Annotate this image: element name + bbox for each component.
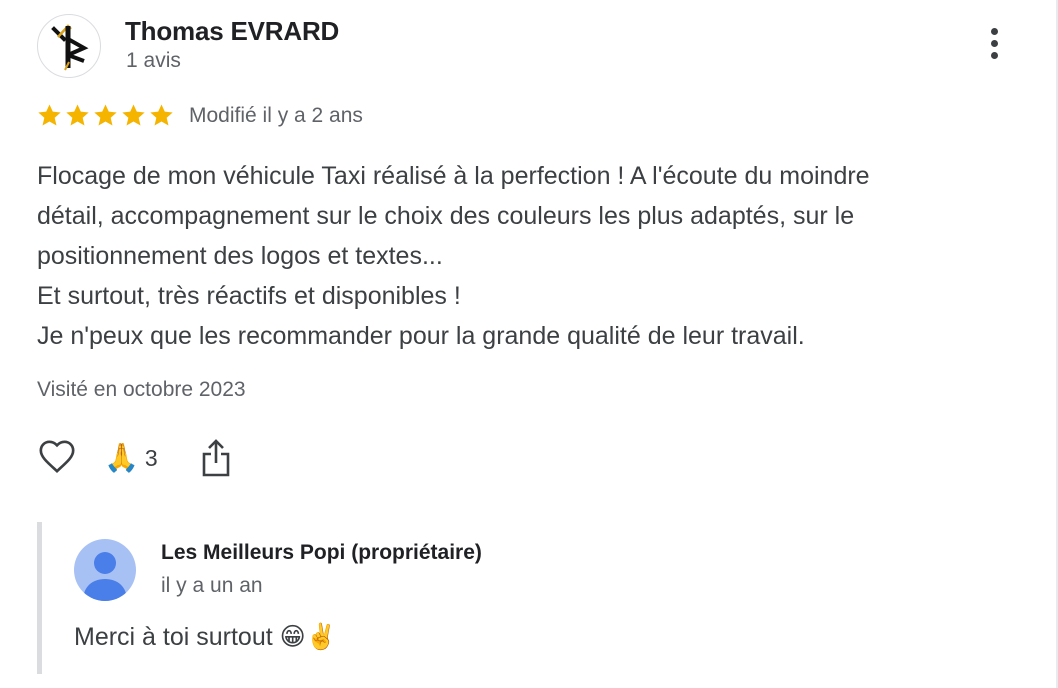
- reaction-button[interactable]: 🙏 3: [104, 440, 158, 476]
- more-options-button[interactable]: [980, 28, 1008, 68]
- modified-date: Modifié il y a 2 ans: [189, 104, 363, 127]
- pray-emoji-icon: 🙏: [104, 442, 139, 473]
- star-icon: [150, 104, 173, 126]
- visit-date: Visité en octobre 2023: [37, 378, 246, 401]
- share-icon: [202, 439, 230, 477]
- owner-avatar[interactable]: [74, 539, 136, 601]
- heart-icon: [39, 440, 75, 473]
- person-icon: [83, 552, 127, 601]
- reply-text: Merci à toi surtout 😁✌️: [74, 623, 337, 651]
- owner-name[interactable]: Les Meilleurs Popi (propriétaire): [161, 541, 482, 565]
- like-button[interactable]: [37, 437, 77, 477]
- review-text-line: positionnement des logos et textes...: [37, 242, 443, 270]
- author-logo-icon: [51, 24, 89, 71]
- star-rating: [36, 102, 175, 129]
- review-text-line: Je n'peux que les recommander pour la gr…: [37, 322, 805, 350]
- review-text: Flocage de mon véhicule Taxi réalisé à l…: [37, 156, 1027, 356]
- reply-indent-bar: [37, 522, 42, 674]
- star-icon: [38, 104, 61, 126]
- more-vert-icon: [990, 28, 998, 35]
- star-icon: [94, 104, 117, 126]
- author-avatar[interactable]: [37, 14, 101, 78]
- star-icon: [66, 104, 89, 126]
- review-text-line: Flocage de mon véhicule Taxi réalisé à l…: [37, 162, 870, 190]
- share-button[interactable]: [200, 437, 232, 479]
- reply-time: il y a un an: [161, 574, 263, 597]
- review-text-line: Et surtout, très réactifs et disponibles…: [37, 282, 461, 310]
- author-name[interactable]: Thomas EVRARD: [125, 16, 339, 47]
- star-icon: [122, 104, 145, 126]
- author-review-count: 1 avis: [126, 49, 181, 72]
- reaction-count: 3: [144, 444, 158, 471]
- review-text-line: détail, accompagnement sur le choix des …: [37, 202, 855, 230]
